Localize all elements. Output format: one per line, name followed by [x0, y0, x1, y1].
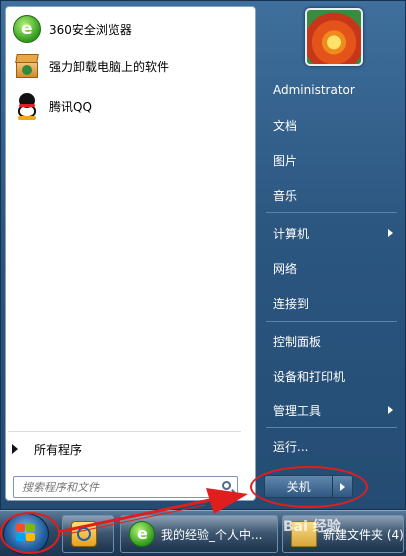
all-programs-label: 所有程序 [34, 442, 83, 457]
expand-arrow-icon [12, 444, 18, 454]
program-360-browser[interactable]: e 360安全浏览器 [9, 12, 252, 46]
menu-item-label: 设备和打印机 [273, 369, 346, 384]
taskbar-button-outlook[interactable] [62, 515, 114, 553]
menu-item-label: 图片 [273, 153, 298, 168]
separator [266, 321, 397, 322]
submenu-arrow-icon [388, 229, 393, 237]
menu-item-admin-tools[interactable]: 管理工具 [266, 396, 397, 424]
taskbar-button-folder[interactable]: 新建文件夹 (4) [282, 515, 404, 553]
search-input[interactable] [20, 479, 214, 495]
menu-item-devices-printers[interactable]: 设备和打印机 [266, 362, 397, 390]
menu-item-network[interactable]: 网络 [266, 254, 397, 282]
separator [266, 212, 397, 213]
program-label: 腾讯QQ [49, 99, 92, 114]
separator [266, 427, 397, 428]
menu-item-pictures[interactable]: 图片 [266, 146, 397, 174]
menu-item-label: 文档 [273, 118, 298, 133]
start-button[interactable] [3, 513, 49, 555]
all-programs-button[interactable]: 所有程序 [6, 437, 242, 461]
user-avatar[interactable] [305, 8, 363, 66]
program-label: 强力卸载电脑上的软件 [49, 59, 170, 74]
outlook-icon [71, 521, 97, 547]
menu-item-label: 连接到 [273, 296, 310, 311]
program-uninstaller[interactable]: 强力卸载电脑上的软件 [9, 49, 252, 83]
shutdown-button[interactable]: 关机 [265, 476, 334, 497]
uninstaller-box-icon [13, 52, 41, 80]
browser-360-icon: e [129, 521, 155, 547]
browser-360-icon: e [13, 15, 41, 43]
taskbar-button-label: 我的经验_个人中... [161, 527, 263, 542]
search-icon[interactable] [222, 481, 231, 490]
program-qq[interactable]: 腾讯QQ [9, 89, 252, 123]
menu-item-computer[interactable]: 计算机 [266, 219, 397, 247]
menu-item-control-panel[interactable]: 控制面板 [266, 327, 397, 355]
user-name: Administrator [273, 83, 355, 97]
separator [8, 431, 241, 432]
menu-item-label: 计算机 [273, 226, 310, 241]
program-label: 360安全浏览器 [49, 22, 132, 37]
submenu-arrow-icon [388, 406, 393, 414]
menu-item-label: 运行... [273, 439, 309, 454]
programs-panel: e 360安全浏览器 强力卸载电脑上的软件 腾讯QQ [5, 6, 256, 501]
taskbar-button-browser[interactable]: e 我的经验_个人中... [120, 515, 278, 553]
menu-item-label: 网络 [273, 261, 298, 276]
menu-item-connect-to[interactable]: 连接到 [266, 289, 397, 317]
menu-item-music[interactable]: 音乐 [266, 181, 397, 209]
menu-item-label: 控制面板 [273, 334, 322, 349]
menu-item-run[interactable]: 运行... [266, 432, 397, 460]
user-name-item[interactable]: Administrator [266, 76, 397, 104]
menu-item-label: 管理工具 [273, 403, 322, 418]
search-box[interactable] [13, 476, 238, 498]
qq-penguin-icon [13, 92, 41, 120]
menu-item-label: 音乐 [273, 188, 298, 203]
menu-item-documents[interactable]: 文档 [266, 111, 397, 139]
shutdown-options-arrow-icon[interactable] [333, 476, 352, 497]
taskbar-button-label: 新建文件夹 (4) [323, 527, 404, 542]
windows-logo-icon [16, 524, 36, 542]
shutdown-split-button: 关机 [264, 475, 353, 498]
folder-icon [291, 521, 317, 547]
